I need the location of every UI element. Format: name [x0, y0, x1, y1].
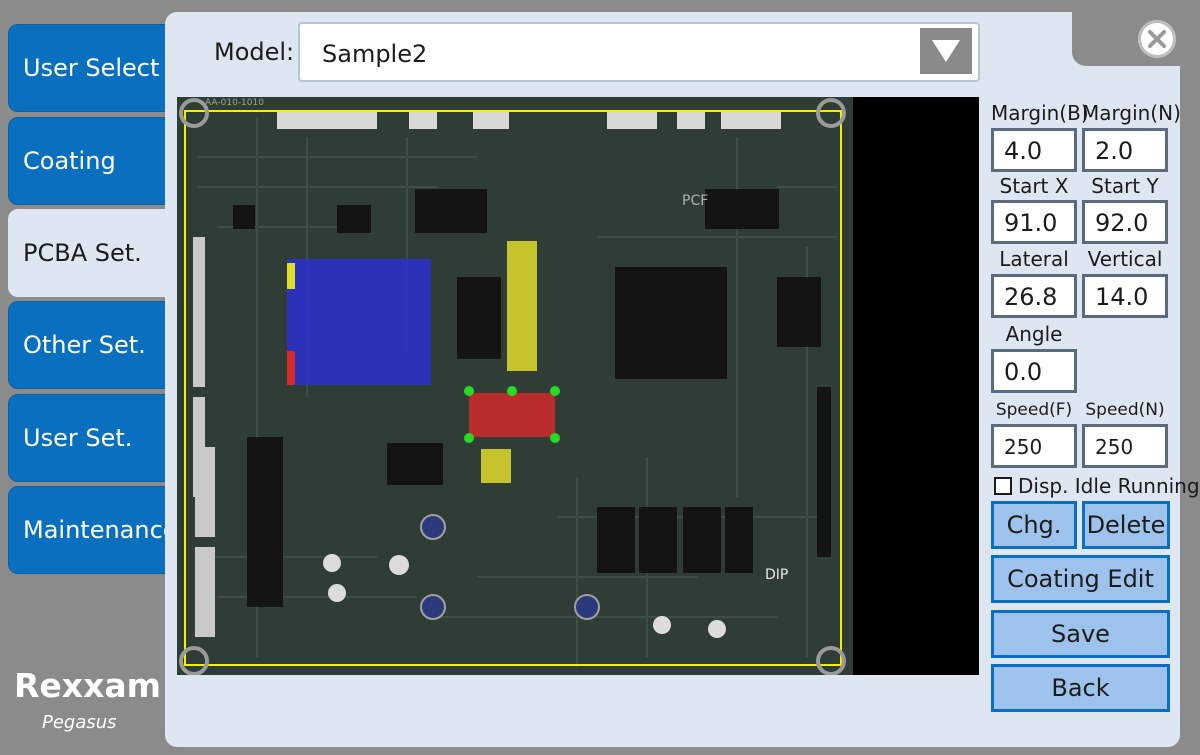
delete-button-label: Delete [1086, 511, 1166, 539]
board-dip-text: DIP [765, 567, 788, 583]
board-view[interactable]: AA-010-1010 PCF DIP [177, 97, 979, 675]
dropdown-arrow-button[interactable] [920, 28, 972, 74]
speed-f-label: Speed(F) [995, 400, 1073, 420]
brand-logo: Rexxam [14, 666, 162, 705]
model-value: Sample2 [322, 40, 428, 68]
chg-button[interactable]: Chg. [991, 501, 1077, 549]
tab-label: User Set. [23, 424, 133, 452]
start-x-label: Start X [999, 174, 1069, 198]
lateral-label: Lateral [999, 247, 1069, 271]
coating-region-yellow-lower[interactable] [481, 449, 511, 483]
margin-b-label: Margin(B) [991, 101, 1089, 125]
tab-coating[interactable]: Coating [8, 117, 166, 205]
vertical-field[interactable]: 14.0 [1082, 274, 1168, 318]
coating-edit-button-label: Coating Edit [1007, 565, 1154, 593]
chg-button-label: Chg. [1006, 511, 1062, 539]
tab-label: Coating [23, 147, 116, 175]
coating-region-yellow[interactable] [507, 241, 537, 371]
angle-label: Angle [1005, 322, 1063, 346]
pcb-board-image[interactable]: AA-010-1010 PCF DIP [177, 97, 853, 675]
save-button[interactable]: Save [991, 610, 1170, 658]
vertical-label: Vertical [1087, 247, 1163, 271]
tab-label: User Select [23, 54, 160, 82]
margin-b-field[interactable]: 4.0 [991, 128, 1077, 172]
disp-idle-label: Disp. Idle Running [1018, 474, 1200, 498]
delete-button[interactable]: Delete [1082, 501, 1170, 549]
angle-field[interactable]: 0.0 [991, 349, 1077, 393]
lateral-field[interactable]: 26.8 [991, 274, 1077, 318]
model-dropdown[interactable]: Sample2 [298, 22, 980, 82]
tab-label: Other Set. [23, 331, 146, 359]
back-button-label: Back [1051, 674, 1110, 702]
tab-maintenance[interactable]: Maintenance [8, 486, 178, 574]
save-button-label: Save [1051, 620, 1110, 648]
triangle-down-icon [932, 40, 960, 62]
tab-user-set[interactable]: User Set. [8, 394, 166, 482]
tab-other-set[interactable]: Other Set. [8, 301, 166, 389]
disp-idle-checkbox[interactable] [994, 477, 1012, 495]
tab-user-select[interactable]: User Select [8, 24, 166, 112]
tab-label: Maintenance [23, 516, 178, 544]
coating-region-blue[interactable] [287, 259, 431, 385]
speed-n-field[interactable]: 250 [1082, 424, 1168, 468]
coating-edit-button[interactable]: Coating Edit [991, 555, 1170, 603]
back-button[interactable]: Back [991, 664, 1170, 712]
margin-n-field[interactable]: 2.0 [1082, 128, 1168, 172]
margin-n-label: Margin(N) [1082, 101, 1181, 125]
board-pcf-text: PCF [682, 193, 708, 209]
brand-product: Pegasus [42, 712, 117, 733]
speed-n-label: Speed(N) [1085, 400, 1165, 420]
start-x-field[interactable]: 91.0 [991, 200, 1077, 244]
close-button[interactable] [1138, 20, 1176, 58]
tab-label: PCBA Set. [23, 239, 142, 267]
coating-region-red-small[interactable] [287, 351, 295, 385]
speed-f-field[interactable]: 250 [991, 424, 1077, 468]
coating-region-red-selected[interactable] [469, 393, 555, 437]
panel-notch [1072, 0, 1200, 66]
start-y-label: Start Y [1091, 174, 1159, 198]
tab-pcba-set[interactable]: PCBA Set. [8, 209, 170, 297]
close-icon [1148, 30, 1166, 48]
coating-region-yellow-small[interactable] [287, 263, 295, 289]
model-label: Model: [214, 38, 295, 66]
board-code-text: AA-010-1010 [205, 98, 264, 108]
start-y-field[interactable]: 92.0 [1082, 200, 1168, 244]
